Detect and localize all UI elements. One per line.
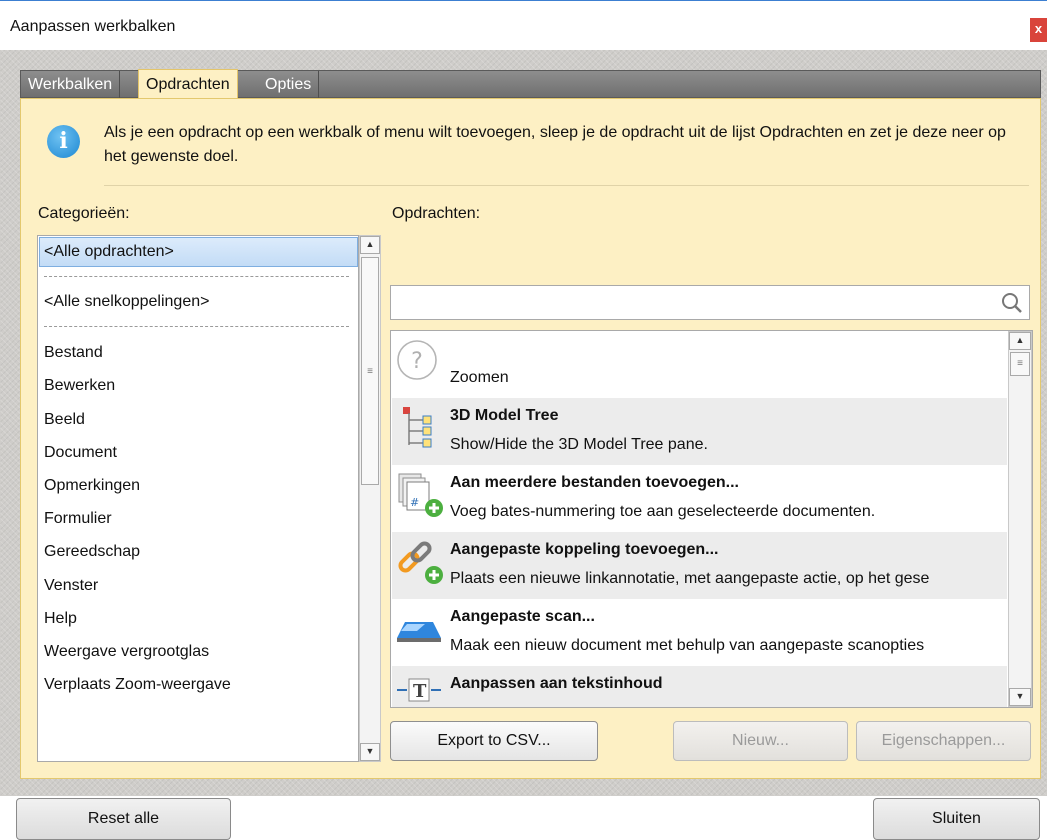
search-icon[interactable] [1001, 292, 1023, 314]
scroll-up-icon[interactable]: ▲ [360, 236, 380, 254]
tab-opties[interactable]: Opties [258, 71, 320, 98]
close-dialog-button[interactable]: Sluiten [873, 798, 1040, 840]
list-separator [44, 276, 349, 277]
list-item[interactable]: ? Zoomen [392, 331, 1007, 398]
commands-search[interactable] [390, 285, 1030, 320]
commands-list[interactable]: ? Zoomen 3D Model Tree Show/Hide the 3D … [390, 330, 1033, 708]
categories-list[interactable]: <Alle opdrachten> <Alle snelkoppelingen>… [37, 235, 359, 762]
list-item[interactable]: Aangepaste koppeling toevoegen... Plaats… [392, 532, 1007, 599]
category-item[interactable]: Help [44, 610, 77, 628]
svg-text:#: # [410, 496, 419, 509]
command-title: Aangepaste scan... [450, 608, 595, 625]
info-text: Als je een opdracht op een werkbalk of m… [104, 124, 1006, 165]
list-item[interactable]: Aangepaste scan... Maak een nieuw docume… [392, 599, 1007, 666]
category-item-all-shortcuts[interactable]: <Alle snelkoppelingen> [44, 293, 209, 311]
category-item[interactable]: Verplaats Zoom-weergave [44, 676, 231, 694]
new-button[interactable]: Nieuw... [673, 721, 848, 761]
categories-scrollbar[interactable]: ▲ ≡ ▼ [359, 235, 381, 762]
title-bar: Aanpassen werkbalken x [0, 0, 1047, 50]
command-description: Maak een nieuw document met behulp van a… [450, 637, 925, 654]
tab-strip: Werkbalken Opdrachten Opties [20, 69, 1041, 98]
category-item[interactable]: Bestand [44, 344, 103, 362]
category-item[interactable]: Weergave vergrootglas [44, 643, 209, 661]
divider [104, 185, 1029, 186]
svg-text:?: ? [411, 349, 423, 374]
tree-icon [403, 407, 432, 448]
list-item[interactable]: # Aan meerdere bestanden toevoegen... Vo… [392, 465, 1007, 532]
scroll-thumb[interactable]: ≡ [361, 257, 379, 485]
category-item[interactable]: Document [44, 444, 117, 462]
command-description: Voeg bates-nummering toe aan geselecteer… [450, 503, 876, 520]
list-separator [44, 326, 349, 327]
commands-label: Opdrachten: [392, 205, 481, 222]
command-description: Plaats een nieuwe linkannotatie, met aan… [450, 570, 930, 587]
category-item[interactable]: Bewerken [44, 377, 115, 395]
bates-add-icon: # [398, 473, 443, 517]
fit-text-icon: T [397, 678, 441, 702]
command-title: Aan meerdere bestanden toevoegen... [450, 474, 739, 491]
command-title: Aanpassen aan tekstinhoud [450, 675, 663, 692]
scroll-down-icon[interactable]: ▼ [1009, 688, 1031, 706]
svg-text:T: T [413, 681, 427, 702]
info-icon: i [47, 125, 80, 158]
list-item[interactable]: 3D Model Tree Show/Hide the 3D Model Tre… [392, 398, 1007, 465]
window-title: Aanpassen werkbalken [10, 18, 176, 35]
scroll-up-icon[interactable]: ▲ [1009, 332, 1031, 350]
question-circle-icon: ? [397, 340, 437, 380]
command-description: Show/Hide the 3D Model Tree pane. [450, 436, 708, 453]
search-input[interactable] [395, 290, 985, 315]
category-item[interactable]: Opmerkingen [44, 477, 140, 495]
category-item[interactable]: Beeld [44, 411, 85, 429]
tab-opdrachten[interactable]: Opdrachten [138, 69, 238, 98]
category-item[interactable]: Formulier [44, 510, 112, 528]
commands-scrollbar[interactable]: ▲ ≡ ▼ [1008, 331, 1032, 707]
link-add-icon [398, 541, 443, 584]
category-item[interactable]: Gereedschap [44, 543, 140, 561]
category-item[interactable]: Venster [44, 577, 98, 595]
dialog-body: Werkbalken Opdrachten Opties i Als je ee… [0, 50, 1047, 840]
reset-all-button[interactable]: Reset alle [16, 798, 231, 840]
command-title: 3D Model Tree [450, 407, 559, 424]
export-csv-button[interactable]: Export to CSV... [390, 721, 598, 761]
properties-button[interactable]: Eigenschappen... [856, 721, 1031, 761]
scroll-thumb[interactable]: ≡ [1010, 352, 1030, 376]
scroll-down-icon[interactable]: ▼ [360, 743, 380, 761]
scanner-icon [397, 622, 441, 642]
command-description: Zoomen [450, 369, 509, 386]
close-button[interactable]: x [1030, 18, 1047, 42]
category-item-all-commands[interactable]: <Alle opdrachten> [44, 243, 174, 261]
tab-werkbalken[interactable]: Werkbalken [21, 71, 121, 98]
categories-label: Categorieën: [38, 205, 130, 222]
command-title: Aangepaste koppeling toevoegen... [450, 541, 719, 558]
list-item[interactable]: T Aanpassen aan tekstinhoud [392, 666, 1007, 707]
